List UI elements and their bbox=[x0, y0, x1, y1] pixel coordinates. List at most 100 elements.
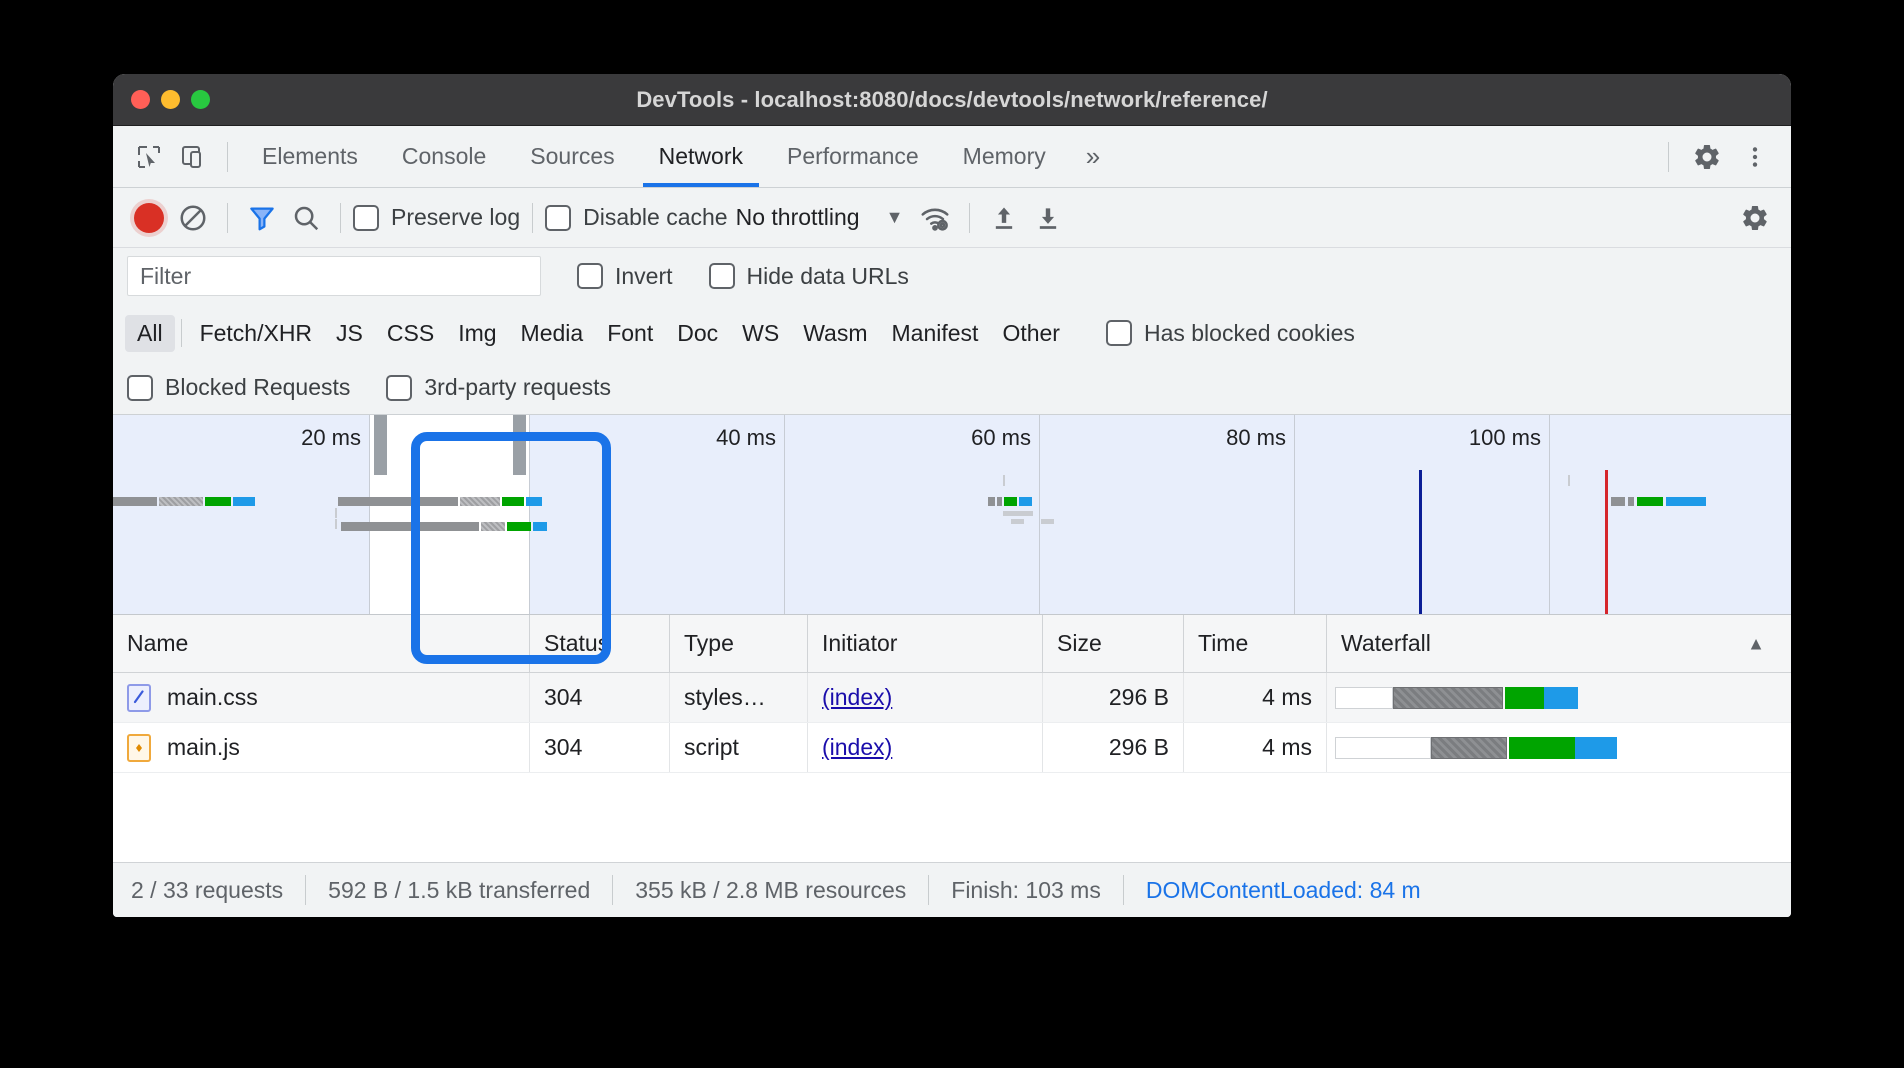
overview-tick-label: 80 ms bbox=[1226, 425, 1294, 451]
cell-waterfall bbox=[1327, 723, 1791, 772]
sort-ascending-icon[interactable]: ▲ bbox=[1747, 633, 1765, 654]
type-filter-js[interactable]: JS bbox=[324, 315, 375, 352]
type-filter-ws[interactable]: WS bbox=[730, 315, 791, 352]
checkbox-box[interactable] bbox=[577, 263, 603, 289]
overview-selection-left-handle[interactable] bbox=[374, 415, 387, 475]
waterfall-bar bbox=[1335, 737, 1625, 759]
checkbox-box[interactable] bbox=[127, 375, 153, 401]
export-har-icon[interactable] bbox=[1026, 196, 1070, 240]
clear-button[interactable] bbox=[171, 196, 215, 240]
has-blocked-cookies-checkbox[interactable]: Has blocked cookies bbox=[1106, 320, 1355, 347]
hide-data-urls-checkbox[interactable]: Hide data URLs bbox=[709, 263, 909, 290]
network-status-bar: 2 / 33 requests 592 B / 1.5 kB transferr… bbox=[113, 862, 1791, 917]
waterfall-bar bbox=[1335, 687, 1603, 709]
cell-initiator[interactable]: (index) bbox=[808, 723, 1043, 772]
devtools-tabstrip: Elements Console Sources Network Perform… bbox=[113, 126, 1791, 188]
disable-cache-label: Disable cache bbox=[583, 204, 727, 231]
status-divider bbox=[612, 875, 613, 905]
column-header-waterfall[interactable]: Waterfall bbox=[1327, 615, 1791, 672]
cell-size: 296 B bbox=[1043, 673, 1184, 722]
preserve-log-checkbox[interactable]: Preserve log bbox=[353, 204, 520, 231]
overview-gridline bbox=[529, 415, 530, 614]
record-button[interactable] bbox=[127, 196, 171, 240]
network-settings-gear-icon[interactable] bbox=[1733, 196, 1777, 240]
type-filter-doc[interactable]: Doc bbox=[665, 315, 730, 352]
checkbox-box[interactable] bbox=[386, 375, 412, 401]
type-filter-wasm[interactable]: Wasm bbox=[791, 315, 879, 352]
column-header-time[interactable]: Time bbox=[1184, 615, 1327, 672]
import-har-icon[interactable] bbox=[982, 196, 1026, 240]
checkbox-box[interactable] bbox=[353, 205, 379, 231]
checkbox-box[interactable] bbox=[545, 205, 571, 231]
filter-bar: Invert Hide data URLs bbox=[113, 248, 1791, 305]
tab-label: Sources bbox=[530, 143, 614, 170]
type-filter-css[interactable]: CSS bbox=[375, 315, 446, 352]
disable-cache-checkbox[interactable]: Disable cache bbox=[545, 204, 727, 231]
column-header-initiator[interactable]: Initiator bbox=[808, 615, 1043, 672]
third-party-requests-checkbox[interactable]: 3rd-party requests bbox=[386, 374, 611, 401]
tabstrip-right-controls bbox=[1656, 135, 1777, 179]
cell-status: 304 bbox=[530, 673, 670, 722]
tab-label: Network bbox=[659, 143, 743, 170]
status-divider bbox=[305, 875, 306, 905]
status-transferred: 592 B / 1.5 kB transferred bbox=[328, 877, 590, 904]
tab-elements[interactable]: Elements bbox=[240, 126, 380, 187]
search-icon[interactable] bbox=[284, 196, 328, 240]
cell-status: 304 bbox=[530, 723, 670, 772]
column-header-type[interactable]: Type bbox=[670, 615, 808, 672]
overview-selection-window[interactable] bbox=[369, 415, 529, 614]
network-overview-timeline[interactable]: 20 ms 40 ms 60 ms 80 ms 100 ms bbox=[113, 415, 1791, 615]
cell-initiator[interactable]: (index) bbox=[808, 673, 1043, 722]
network-conditions-icon[interactable] bbox=[913, 196, 957, 240]
type-filter-font[interactable]: Font bbox=[595, 315, 665, 352]
table-row[interactable]: main.js 304 script (index) 296 B 4 ms bbox=[113, 723, 1791, 773]
status-finish: Finish: 103 ms bbox=[951, 877, 1101, 904]
tab-network[interactable]: Network bbox=[637, 126, 765, 187]
type-filter-media[interactable]: Media bbox=[509, 315, 596, 352]
more-tabs-icon[interactable]: » bbox=[1068, 126, 1118, 187]
type-filter-fetch-xhr[interactable]: Fetch/XHR bbox=[188, 315, 324, 352]
checkbox-box[interactable] bbox=[709, 263, 735, 289]
overview-tick-label: 60 ms bbox=[971, 425, 1039, 451]
maximize-window-button[interactable] bbox=[191, 90, 210, 109]
filter-input[interactable] bbox=[127, 256, 541, 296]
checkbox-box[interactable] bbox=[1106, 320, 1132, 346]
kebab-menu-icon[interactable] bbox=[1733, 135, 1777, 179]
toolbar-divider bbox=[227, 142, 228, 172]
invert-checkbox[interactable]: Invert bbox=[577, 263, 673, 290]
column-header-size[interactable]: Size bbox=[1043, 615, 1184, 672]
tab-memory[interactable]: Memory bbox=[941, 126, 1068, 187]
type-filter-img[interactable]: Img bbox=[446, 315, 508, 352]
tab-sources[interactable]: Sources bbox=[508, 126, 636, 187]
tab-console[interactable]: Console bbox=[380, 126, 508, 187]
status-requests: 2 / 33 requests bbox=[131, 877, 283, 904]
throttling-select-value[interactable]: No throttling bbox=[736, 204, 860, 231]
cell-name[interactable]: main.js bbox=[113, 723, 530, 772]
chevron-down-icon[interactable]: ▼ bbox=[886, 207, 904, 228]
inspect-element-icon[interactable] bbox=[127, 135, 171, 179]
type-filter-all[interactable]: All bbox=[125, 315, 175, 352]
minimize-window-button[interactable] bbox=[161, 90, 180, 109]
column-header-status[interactable]: Status bbox=[530, 615, 670, 672]
column-header-name[interactable]: Name bbox=[113, 615, 530, 672]
close-window-button[interactable] bbox=[131, 90, 150, 109]
initiator-link[interactable]: (index) bbox=[822, 684, 892, 711]
type-filter-other[interactable]: Other bbox=[990, 315, 1072, 352]
table-row[interactable]: main.css 304 styles… (index) 296 B 4 ms bbox=[113, 673, 1791, 723]
window-title: DevTools - localhost:8080/docs/devtools/… bbox=[113, 87, 1791, 113]
blocked-filters-row: Blocked Requests 3rd-party requests bbox=[113, 361, 1791, 415]
window-titlebar: DevTools - localhost:8080/docs/devtools/… bbox=[113, 74, 1791, 126]
type-filter-manifest[interactable]: Manifest bbox=[880, 315, 991, 352]
cell-name[interactable]: main.css bbox=[113, 673, 530, 722]
blocked-requests-checkbox[interactable]: Blocked Requests bbox=[127, 374, 350, 401]
filter-icon[interactable] bbox=[240, 196, 284, 240]
toolbar-divider bbox=[1668, 142, 1669, 172]
device-toolbar-icon[interactable] bbox=[171, 135, 215, 179]
requests-table: Name Status Type Initiator Size Time Wat… bbox=[113, 615, 1791, 773]
tab-performance[interactable]: Performance bbox=[765, 126, 941, 187]
status-dom-content-loaded: DOMContentLoaded: 84 m bbox=[1146, 877, 1421, 904]
overview-selection-right-handle[interactable] bbox=[513, 415, 526, 475]
initiator-link[interactable]: (index) bbox=[822, 734, 892, 761]
resource-type-filters: All Fetch/XHR JS CSS Img Media Font Doc … bbox=[113, 305, 1791, 361]
gear-icon[interactable] bbox=[1685, 135, 1729, 179]
